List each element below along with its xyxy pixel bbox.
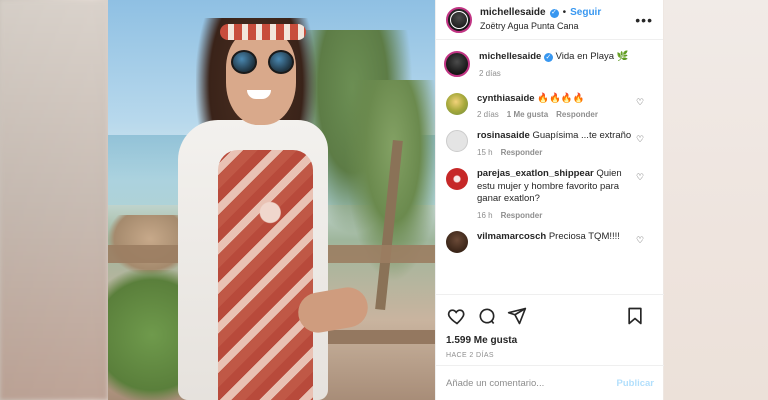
comment-avatar[interactable] xyxy=(446,92,468,115)
verified-icon: ✓ xyxy=(549,8,559,18)
likes-count[interactable]: 1.599 Me gusta xyxy=(446,335,654,346)
comment-input[interactable] xyxy=(446,377,617,389)
caption-meta: 2 días xyxy=(479,69,644,80)
caption-avatar[interactable] xyxy=(444,51,470,77)
author-avatar[interactable] xyxy=(446,6,472,33)
add-comment-bar: Publicar xyxy=(436,365,664,400)
background-left xyxy=(0,0,108,400)
comment-body: cynthiasaide 🔥🔥🔥🔥 2 días 1 Me gusta Resp… xyxy=(477,93,642,122)
verified-icon: ✓ xyxy=(543,53,553,63)
comment-body: vilmamarcosch Preciosa TQM!!!! xyxy=(477,231,642,253)
comment-row: rosinasaide Guapísima ...te extraño 15 h… xyxy=(446,130,654,159)
post-header: michellesaide ✓ • Seguir Zoëtry Agua Pun… xyxy=(436,0,663,40)
heart-icon[interactable] xyxy=(446,305,468,327)
reply-button[interactable]: Responder xyxy=(556,110,598,121)
location-link[interactable]: Zoëtry Agua Punta Cana xyxy=(480,21,601,32)
author-username[interactable]: michellesaide xyxy=(480,7,546,19)
comment-time[interactable]: 15 h xyxy=(477,148,493,159)
caption-text: Vida en Playa 🌿 xyxy=(555,51,629,62)
post-photo[interactable] xyxy=(108,0,435,400)
comment-row: parejas_exatlon_shippear Quien estu muje… xyxy=(446,167,654,222)
header-text: michellesaide ✓ • Seguir Zoëtry Agua Pun… xyxy=(480,7,601,32)
comment-heart-icon[interactable] xyxy=(636,134,646,144)
comment-username[interactable]: rosinasaide xyxy=(477,130,530,141)
action-icons xyxy=(446,303,654,329)
comment-body: parejas_exatlon_shippear Quien estu muje… xyxy=(477,168,642,222)
follow-button[interactable]: Seguir xyxy=(570,7,601,19)
reply-button[interactable]: Responder xyxy=(501,148,543,159)
caption-username[interactable]: michellesaide xyxy=(479,51,541,62)
comment-heart-icon[interactable] xyxy=(636,97,646,107)
separator-dot: • xyxy=(562,7,567,19)
comment-meta: 2 días 1 Me gusta Responder xyxy=(477,110,642,121)
comment-username[interactable]: cynthiasaide xyxy=(477,93,535,104)
comment-meta: 16 h Responder xyxy=(477,211,642,222)
comment-icon[interactable] xyxy=(476,305,498,327)
comment-username[interactable]: parejas_exatlon_shippear xyxy=(477,168,594,179)
photo-dress xyxy=(218,150,313,400)
comment-heart-icon[interactable] xyxy=(636,235,646,245)
caption-body: michellesaide ✓ Vida en Playa 🌿 2 días xyxy=(479,51,644,80)
bookmark-icon[interactable] xyxy=(624,305,646,327)
photo-sunglasses-right xyxy=(268,50,294,74)
background-right xyxy=(664,0,768,400)
photo-sunglasses-left xyxy=(231,50,257,74)
comments-list[interactable]: michellesaide ✓ Vida en Playa 🌿 2 días c… xyxy=(436,41,664,294)
post-date[interactable]: HACE 2 DÍAS xyxy=(446,352,654,359)
comment-meta: 15 h Responder xyxy=(477,148,642,159)
comment-text: 🔥🔥🔥🔥 xyxy=(537,92,585,104)
comment-username[interactable]: vilmamarcosch xyxy=(477,231,546,242)
comment-avatar[interactable] xyxy=(446,231,468,254)
comment-avatar[interactable] xyxy=(446,167,468,190)
comment-heart-icon[interactable] xyxy=(636,172,646,182)
header-top: michellesaide ✓ • Seguir xyxy=(480,7,601,19)
photo-face xyxy=(226,30,296,125)
comment-text: Guapísima ...te extraño xyxy=(532,130,632,142)
comment-row: vilmamarcosch Preciosa TQM!!!! xyxy=(446,231,654,254)
more-icon[interactable]: ••• xyxy=(635,12,653,28)
post-actions: 1.599 Me gusta HACE 2 DÍAS xyxy=(436,294,664,359)
comment-time[interactable]: 16 h xyxy=(477,211,493,222)
publish-button[interactable]: Publicar xyxy=(617,378,655,389)
reply-button[interactable]: Responder xyxy=(501,211,543,222)
caption-row: michellesaide ✓ Vida en Playa 🌿 2 días xyxy=(444,51,654,80)
post-modal: michellesaide ✓ • Seguir Zoëtry Agua Pun… xyxy=(108,0,664,400)
photo-headband xyxy=(220,24,306,40)
share-icon[interactable] xyxy=(506,305,528,327)
comment-likes[interactable]: 1 Me gusta xyxy=(507,110,548,121)
comment-text: Preciosa TQM!!!! xyxy=(548,231,620,243)
comment-row: cynthiasaide 🔥🔥🔥🔥 2 días 1 Me gusta Resp… xyxy=(446,92,654,122)
post-side-panel: michellesaide ✓ • Seguir Zoëtry Agua Pun… xyxy=(435,0,664,400)
caption-time[interactable]: 2 días xyxy=(479,69,501,80)
comment-time[interactable]: 2 días xyxy=(477,110,499,121)
comment-body: rosinasaide Guapísima ...te extraño 15 h… xyxy=(477,130,642,159)
comment-avatar[interactable] xyxy=(446,130,468,153)
